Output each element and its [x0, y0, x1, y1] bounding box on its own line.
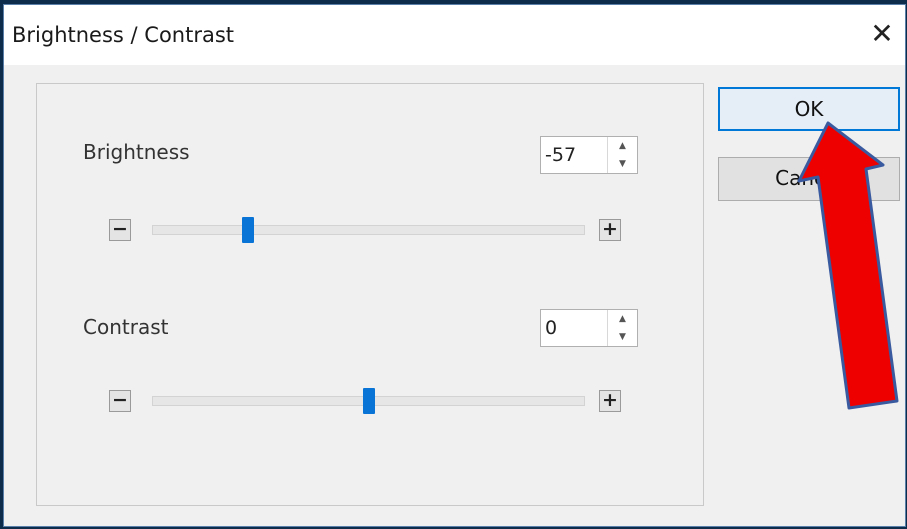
- brightness-contrast-dialog: Brightness / Contrast ✕ Brightness ▲ ▼ −…: [3, 4, 906, 527]
- pointer-arrow-icon: [797, 121, 899, 410]
- red-arrow-annotation: [797, 121, 899, 410]
